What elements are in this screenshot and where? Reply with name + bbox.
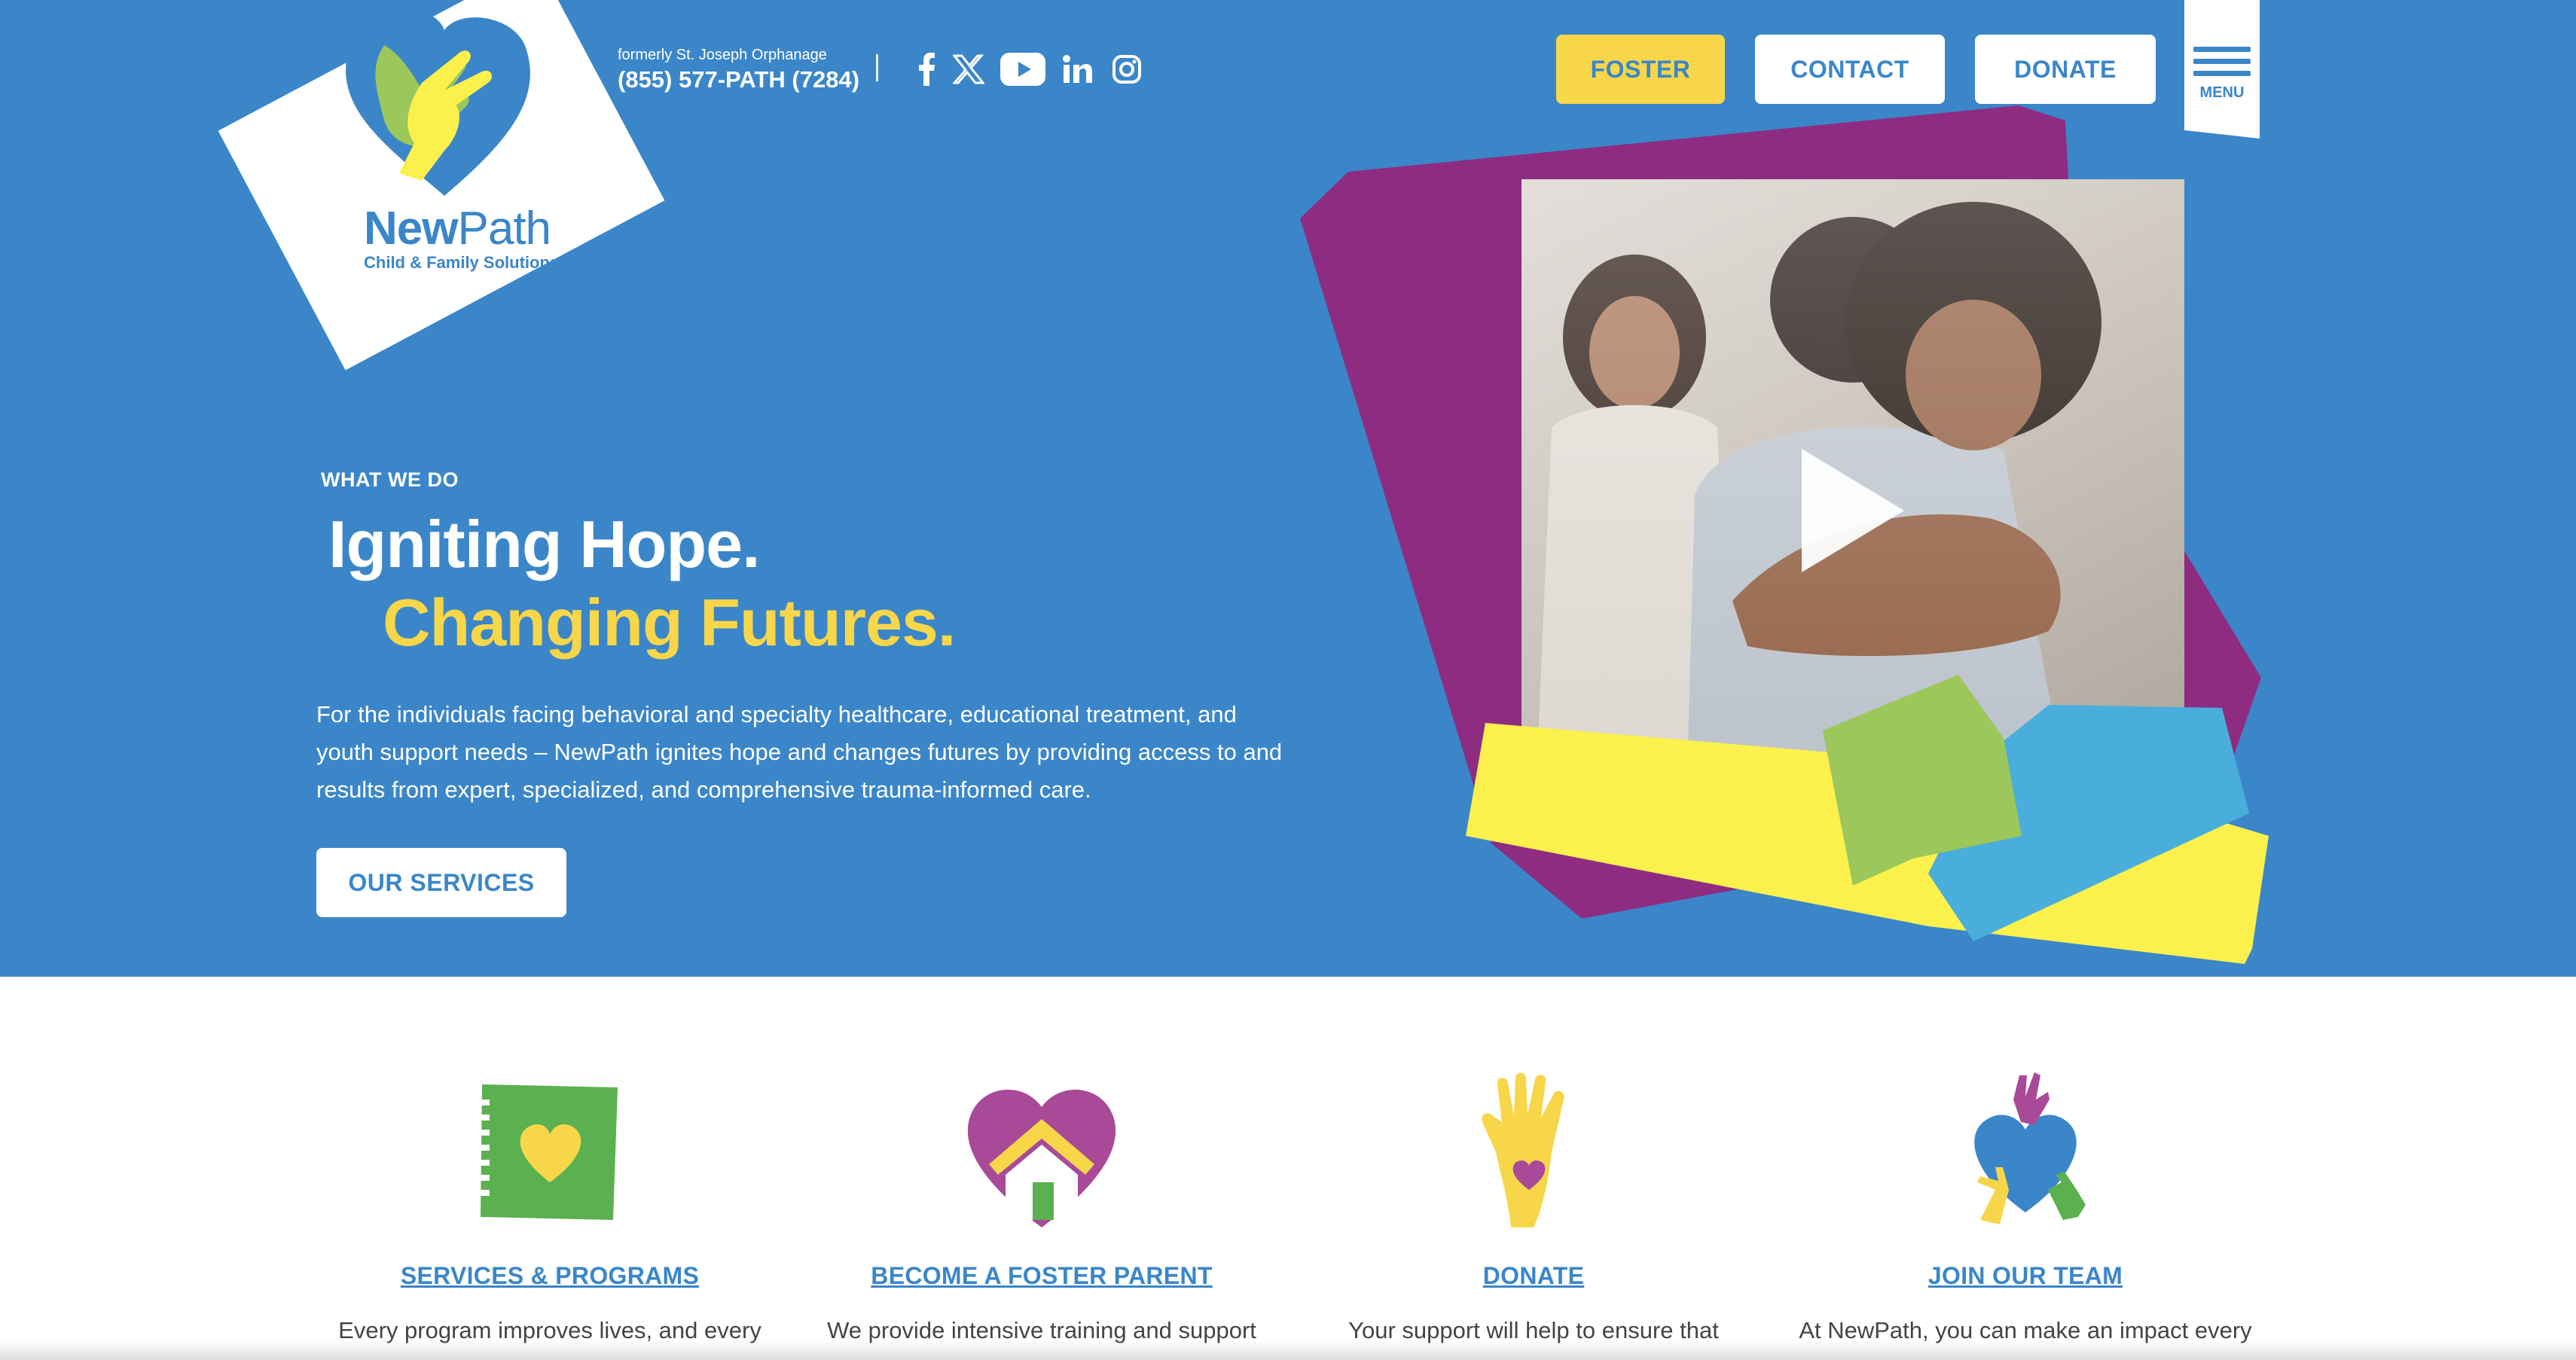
card-donate: DONATE Your support will help to ensure …	[1300, 1069, 1767, 1344]
notebook-heart-icon	[470, 1084, 618, 1220]
card-title[interactable]: DONATE	[1300, 1262, 1767, 1290]
card-join-team: JOIN OUR TEAM At NewPath, you can make a…	[1792, 1069, 2259, 1344]
bottom-scroll-shadow	[0, 1340, 2576, 1360]
hands-heart-icon	[1974, 1072, 2086, 1224]
card-title[interactable]: SERVICES & PROGRAMS	[316, 1262, 783, 1290]
card-title[interactable]: BECOME A FOSTER PARENT	[808, 1262, 1275, 1290]
hero-section: NewPath Child & Family Solutions formerl…	[0, 0, 2576, 977]
hand-heart-icon	[1482, 1072, 1564, 1227]
card-services: SERVICES & PROGRAMS Every program improv…	[316, 1069, 783, 1344]
heart-house-icon	[967, 1090, 1116, 1227]
hero-collage-front	[1466, 675, 2269, 964]
card-title[interactable]: JOIN OUR TEAM	[1792, 1262, 2259, 1290]
card-foster: BECOME A FOSTER PARENT We provide intens…	[808, 1069, 1275, 1344]
